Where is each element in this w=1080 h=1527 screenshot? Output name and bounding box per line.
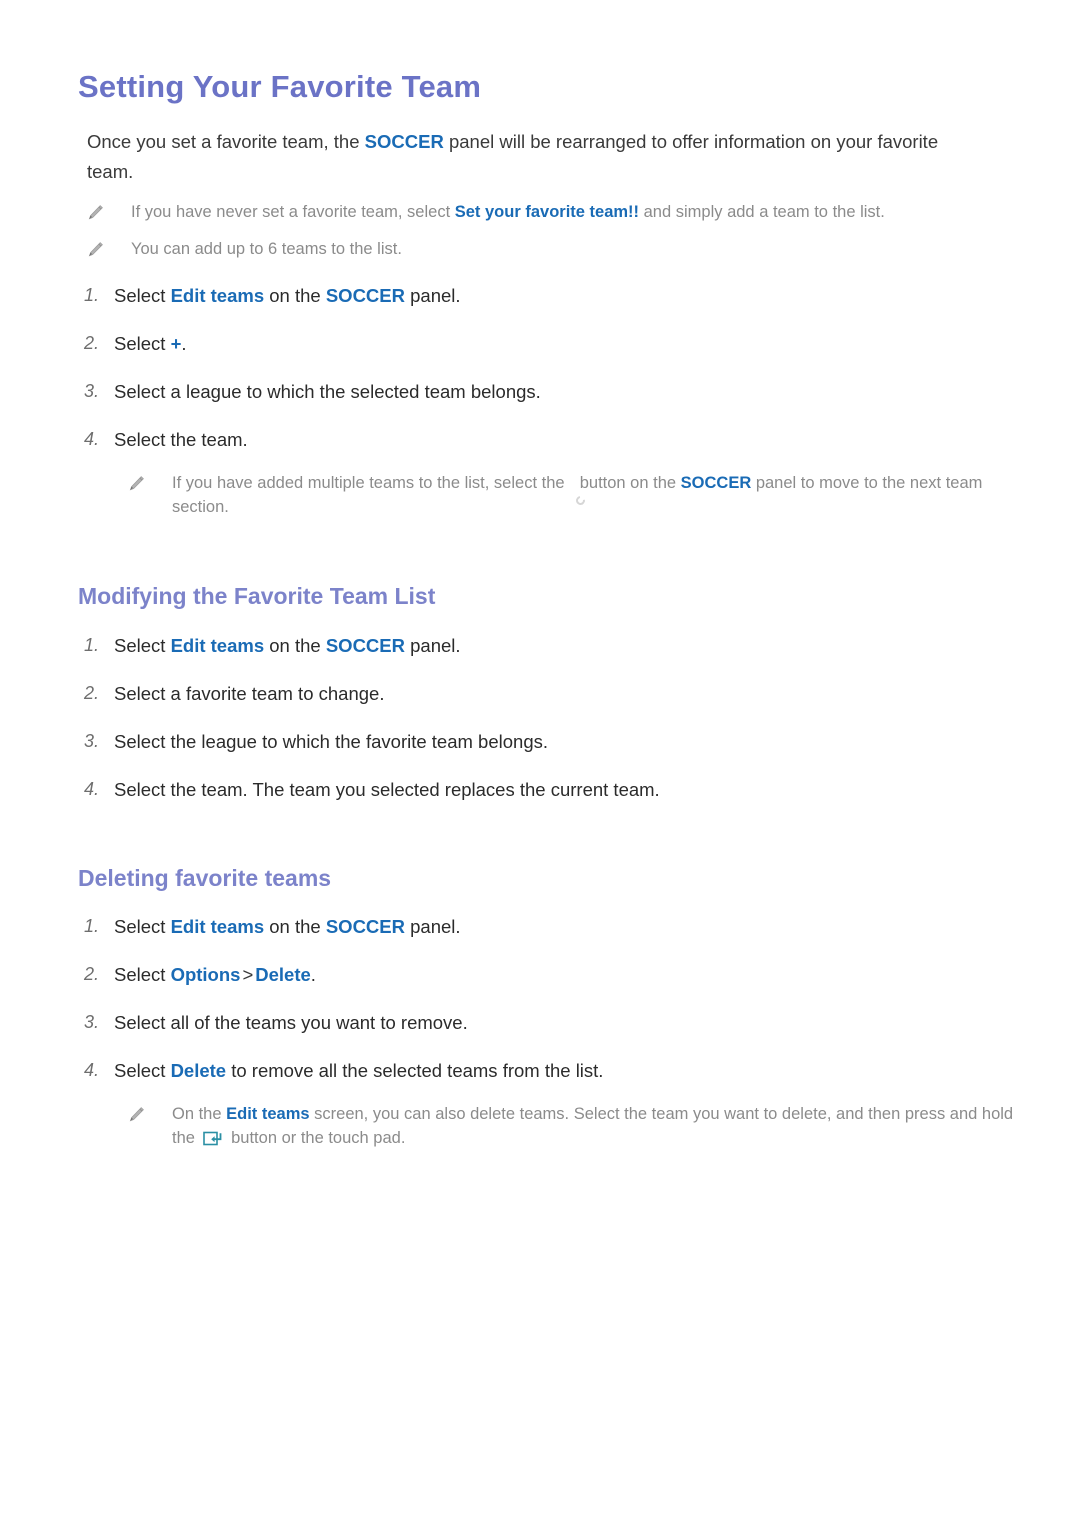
list-item: 2. Select a favorite team to change. (78, 680, 1020, 707)
breadcrumb-separator: > (242, 964, 254, 986)
step-text: Select a favorite team to change. (114, 682, 385, 704)
note-text: If you have never set a favorite team, s… (131, 200, 885, 224)
note-row-nested: If you have added multiple teams to the … (128, 471, 1020, 519)
list-item: 1. Select Edit teams on the SOCCER panel… (78, 632, 1020, 659)
soccer-keyword: SOCCER (325, 634, 405, 656)
set-favorite-team-keyword: Set your favorite team!! (454, 203, 640, 222)
edit-teams-keyword: Edit teams (170, 285, 265, 307)
edit-teams-keyword: Edit teams (170, 916, 265, 938)
note-text-part: button on the (575, 474, 681, 493)
note-text: On the Edit teams screen, you can also d… (172, 1102, 1020, 1150)
note-text: If you have added multiple teams to the … (172, 471, 1020, 519)
step-number: 3. (84, 381, 100, 402)
note-row: You can add up to 6 teams to the list. (87, 237, 1020, 261)
step-text: Select Options > Delete. (114, 961, 974, 988)
step-text-part: . (181, 333, 187, 355)
list-item: 2. Select +. (78, 330, 1020, 357)
section-title-delete: Deleting favorite teams (78, 864, 332, 891)
note-row: If you have never set a favorite team, s… (87, 200, 1020, 224)
step-text: Select Delete to remove all the selected… (114, 1057, 974, 1084)
delete-steps-list: 1. Select Edit teams on the SOCCER panel… (78, 913, 1020, 1084)
delete-keyword: Delete (255, 964, 311, 986)
enter-key-icon (202, 1130, 224, 1147)
edit-teams-keyword: Edit teams (226, 1105, 310, 1124)
step-number: 2. (84, 682, 100, 703)
list-item: 3. Select the league to which the favori… (78, 728, 1020, 755)
note-text-before: If you have never set a favorite team, s… (131, 203, 455, 222)
list-item: 3. Select all of the teams you want to r… (78, 1009, 1020, 1036)
step-text-part: panel. (405, 916, 461, 938)
step-text-part: Select (114, 1060, 171, 1082)
step-text: Select Edit teams on the SOCCER panel. (114, 913, 974, 940)
list-item: 4. Select the team. (78, 426, 1020, 453)
note-text: You can add up to 6 teams to the list. (131, 240, 402, 259)
step-number: 1. (84, 285, 100, 306)
step-text-part: panel. (405, 634, 461, 656)
step-number: 4. (84, 429, 100, 450)
plus-keyword: + (170, 333, 182, 355)
list-item: 1. Select Edit teams on the SOCCER panel… (78, 282, 1020, 309)
step-number: 3. (84, 1012, 100, 1033)
note-text-part: On the (172, 1105, 227, 1124)
step-text-part: Select (114, 333, 171, 355)
step-text-part: Select (114, 285, 171, 307)
note-row-nested: On the Edit teams screen, you can also d… (128, 1102, 1020, 1150)
step-text: Select all of the teams you want to remo… (114, 1012, 468, 1034)
step-text-part: Select (114, 916, 171, 938)
step-text-part: on the (264, 285, 326, 307)
step-text: Select a league to which the selected te… (114, 381, 541, 403)
intro-paragraph: Once you set a favorite team, the SOCCER… (87, 127, 967, 187)
note-text-part: button or the touch pad. (226, 1129, 406, 1148)
step-text: Select Edit teams on the SOCCER panel. (114, 632, 974, 659)
step-text-part: Select (114, 634, 171, 656)
pencil-icon (128, 475, 145, 492)
step-number: 4. (84, 778, 100, 799)
modify-steps-list: 1. Select Edit teams on the SOCCER panel… (78, 632, 1020, 803)
note-text-part: If you have added multiple teams to the … (172, 474, 570, 493)
step-text-part: . (310, 964, 316, 986)
soccer-keyword: SOCCER (325, 916, 405, 938)
soccer-keyword: SOCCER (680, 474, 752, 493)
document-page: Setting Your Favorite Team Once you set … (0, 0, 1080, 1527)
list-item: 4. Select the team. The team you selecte… (78, 776, 1020, 803)
pencil-icon (128, 1106, 145, 1123)
step-text: Select the team. (114, 429, 248, 451)
step-text-part: panel. (405, 285, 461, 307)
step-number: 4. (84, 1060, 100, 1081)
list-item: 4. Select Delete to remove all the selec… (78, 1057, 1020, 1084)
list-item: 1. Select Edit teams on the SOCCER panel… (78, 913, 1020, 940)
step-number: 1. (84, 916, 100, 937)
step-text-part: on the (264, 634, 326, 656)
step-text: Select the league to which the favorite … (114, 730, 548, 752)
list-item: 2. Select Options > Delete. (78, 961, 1020, 988)
step-number: 2. (84, 333, 100, 354)
step-number: 1. (84, 634, 100, 655)
pencil-icon (87, 241, 104, 258)
step-text: Select Edit teams on the SOCCER panel. (114, 282, 974, 309)
delete-keyword: Delete (170, 1060, 227, 1082)
step-number: 2. (84, 964, 100, 985)
setting-steps-list: 1. Select Edit teams on the SOCCER panel… (78, 282, 1020, 453)
step-text-part: on the (264, 916, 326, 938)
step-text-part: to remove all the selected teams from th… (226, 1060, 604, 1082)
step-text: Select +. (114, 330, 974, 357)
step-text-part: Select (114, 964, 171, 986)
pencil-icon (87, 204, 104, 221)
options-keyword: Options (170, 964, 241, 986)
edit-teams-keyword: Edit teams (170, 634, 265, 656)
step-number: 3. (84, 730, 100, 751)
note-text-after: and simply add a team to the list. (639, 203, 885, 222)
step-text: Select the team. The team you selected r… (114, 778, 660, 800)
soccer-keyword: SOCCER (325, 285, 405, 307)
section-title-modify: Modifying the Favorite Team List (78, 583, 436, 610)
list-item: 3. Select a league to which the selected… (78, 378, 1020, 405)
page-title: Setting Your Favorite Team (78, 69, 482, 104)
soccer-keyword: SOCCER (364, 131, 444, 153)
intro-text-before: Once you set a favorite team, the (87, 131, 365, 153)
